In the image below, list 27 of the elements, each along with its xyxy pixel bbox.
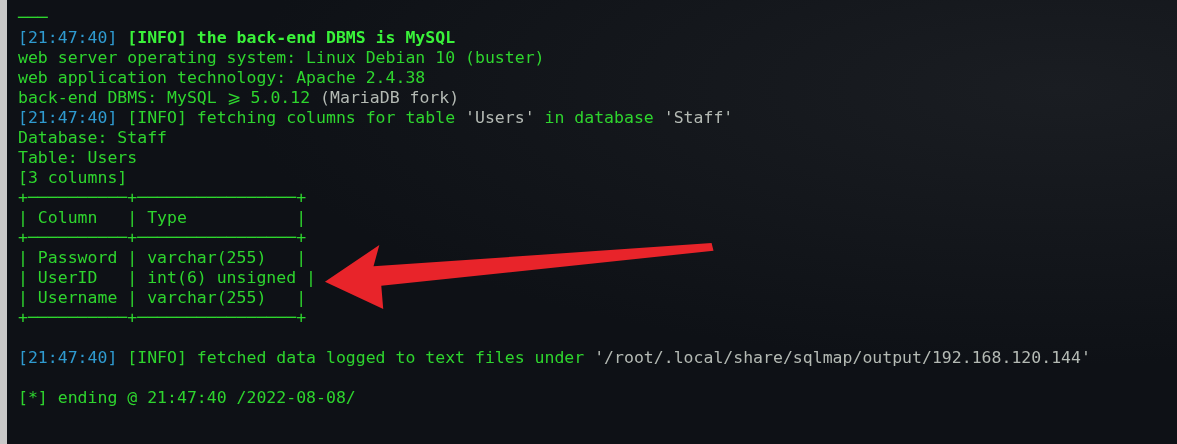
terminal-text: '/root/.local/share/sqlmap/output/192.168.120.144' <box>594 348 1091 367</box>
terminal-text: ─── <box>18 8 48 27</box>
terminal-text: +──────────+────────────────+ <box>18 308 307 327</box>
terminal-text: Table: Users <box>18 148 138 167</box>
terminal-text: | Column | Type | <box>18 208 307 227</box>
terminal-text: web server operating system: Linux Debian 10 (buster) <box>18 48 545 67</box>
terminal-text: [*] ending @ 21:47:40 /2022-08-08/ <box>18 388 356 407</box>
terminal-text: | Password | varchar(255) | <box>18 248 307 267</box>
terminal-text: [INFO] fetching columns for table <box>126 108 457 127</box>
terminal-text: | Username | varchar(255) | <box>18 288 307 307</box>
terminal-text: web application technology: Apache 2.4.38 <box>18 68 426 87</box>
terminal-text: 'Users' <box>465 108 535 127</box>
terminal-text: [21:47:40] <box>18 348 118 367</box>
terminal-text: [21:47:40] <box>18 28 118 47</box>
terminal-text: [INFO] <box>126 28 187 47</box>
terminal-text: back-end DBMS: MySQL ⩾ 5.0.12 <box>18 88 312 107</box>
terminal-text: in database <box>543 108 655 127</box>
terminal-text: +──────────+────────────────+ <box>18 228 307 247</box>
terminal-text: [21:47:40] <box>18 108 118 127</box>
terminal-text: 'Staff' <box>663 108 734 127</box>
terminal-text: | UserID | int(6) unsigned | <box>18 268 316 287</box>
terminal-text: [INFO] fetched data logged to text files under <box>126 348 586 367</box>
terminal-text: Database: Staff <box>18 128 167 147</box>
terminal-text: [3 columns] <box>18 168 128 187</box>
terminal-text: +──────────+────────────────+ <box>18 188 307 207</box>
terminal-text: (MariaDB fork) <box>320 88 460 107</box>
terminal-text: the back-end DBMS is MySQL <box>195 28 456 47</box>
